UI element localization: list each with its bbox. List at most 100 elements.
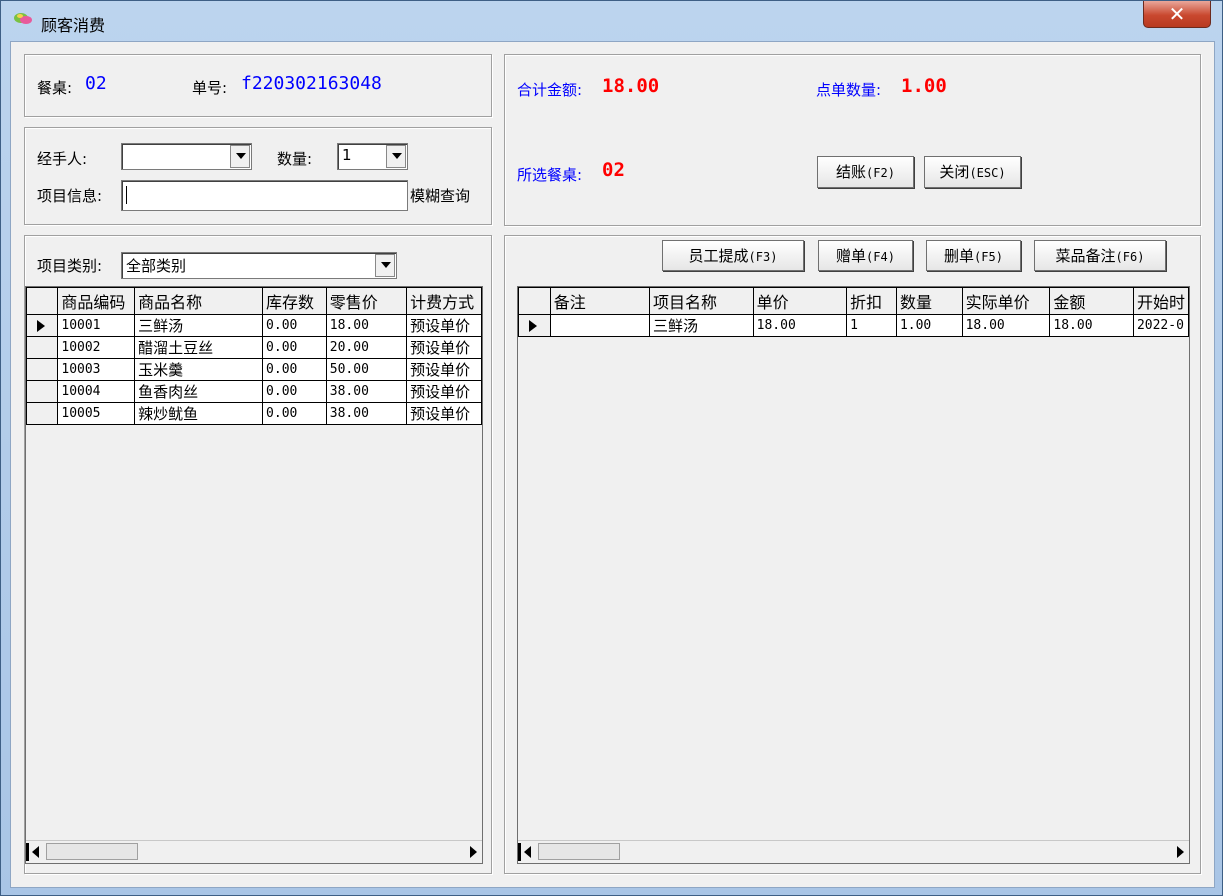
product-price: 38.00 <box>325 402 408 425</box>
product-price: 18.00 <box>325 314 408 337</box>
checkout-button[interactable]: 结账(F2) <box>817 156 914 188</box>
product-billing: 预设单价 <box>406 402 482 425</box>
staff-commission-label: 员工提成 <box>688 247 749 265</box>
column-header[interactable]: 项目名称 <box>649 287 754 315</box>
row-indicator[interactable] <box>26 402 59 425</box>
row-indicator-header <box>518 287 551 315</box>
product-horizontal-scrollbar[interactable] <box>26 840 482 863</box>
column-header[interactable]: 数量 <box>895 287 963 315</box>
fuzzy-search-label[interactable]: 模糊查询 <box>410 185 470 206</box>
item-amount: 18.00 <box>1049 314 1134 337</box>
product-billing: 预设单价 <box>406 314 482 337</box>
column-header[interactable]: 商品编码 <box>57 287 136 315</box>
product-stock: 0.00 <box>262 358 327 381</box>
row-indicator[interactable] <box>26 314 59 337</box>
handler-select[interactable] <box>121 143 252 170</box>
column-header[interactable]: 折扣 <box>846 287 897 315</box>
table-row[interactable]: 10003 玉米羹 0.00 50.00 预设单价 <box>26 358 482 381</box>
scroll-left-icon[interactable] <box>522 844 534 860</box>
product-stock: 0.00 <box>262 314 327 337</box>
order-items-grid[interactable]: 备注 项目名称 单价 折扣 数量 实际单价 金额 开始时 三鲜汤 18.00 1… <box>517 286 1190 864</box>
dish-remark-button[interactable]: 菜品备注(F6) <box>1034 240 1166 271</box>
column-header[interactable]: 实际单价 <box>961 287 1051 315</box>
close-button[interactable]: 关闭(ESC) <box>924 156 1021 188</box>
gift-order-label: 赠单 <box>836 247 867 265</box>
close-window-button[interactable]: ✕ <box>1143 1 1211 28</box>
product-price: 38.00 <box>325 380 408 403</box>
scroll-right-icon[interactable] <box>468 844 480 860</box>
close-button-label: 关闭 <box>939 163 970 181</box>
product-name: 辣炒鱿鱼 <box>134 402 264 425</box>
total-value: 18.00 <box>602 75 660 97</box>
column-header[interactable]: 计费方式 <box>406 287 482 315</box>
product-billing: 预设单价 <box>406 358 482 381</box>
current-row-icon <box>529 320 537 332</box>
item-discount: 1 <box>846 314 897 337</box>
chevron-down-icon[interactable] <box>230 145 250 168</box>
dish-remark-label: 菜品备注 <box>1055 247 1116 265</box>
qty-label: 数量: <box>277 150 313 168</box>
scroll-right-icon[interactable] <box>1175 844 1187 860</box>
product-name: 鱼香肉丝 <box>134 380 264 403</box>
item-remark <box>549 314 651 337</box>
staff-commission-shortcut: (F3) <box>748 250 778 264</box>
chevron-down-icon[interactable] <box>386 145 406 168</box>
scrollbar-edge <box>518 843 521 861</box>
column-header[interactable]: 零售价 <box>325 287 408 315</box>
selected-table-label: 所选餐桌: <box>517 166 583 184</box>
scroll-thumb[interactable] <box>46 843 138 860</box>
scrollbar-edge <box>26 843 29 861</box>
table-row[interactable]: 10004 鱼香肉丝 0.00 38.00 预设单价 <box>26 380 482 403</box>
table-row[interactable]: 10001 三鲜汤 0.00 18.00 预设单价 <box>26 314 482 337</box>
column-header[interactable]: 金额 <box>1049 287 1134 315</box>
item-name: 三鲜汤 <box>649 314 754 337</box>
delete-order-button[interactable]: 删单(F5) <box>926 240 1021 271</box>
row-indicator[interactable] <box>26 358 59 381</box>
delete-order-shortcut: (F5) <box>974 250 1003 264</box>
chevron-down-icon[interactable] <box>375 254 395 277</box>
column-header[interactable]: 备注 <box>549 287 651 315</box>
qty-select-value: 1 <box>342 146 352 164</box>
row-indicator[interactable] <box>26 336 59 359</box>
client-area: 餐桌: 02 单号: f220302163048 经手人: 数量: 1 项目信息… <box>10 41 1215 888</box>
item-actual-price: 18.00 <box>961 314 1051 337</box>
product-code: 10001 <box>57 314 136 337</box>
gift-order-shortcut: (F4) <box>866 250 895 264</box>
category-select[interactable]: 全部类别 <box>121 252 397 279</box>
table-value: 02 <box>85 73 107 94</box>
product-stock: 0.00 <box>262 336 327 359</box>
item-info-label: 项目信息: <box>37 187 103 205</box>
scroll-thumb[interactable] <box>538 843 620 860</box>
checkout-shortcut: (F2) <box>866 166 895 180</box>
product-billing: 预设单价 <box>406 380 482 403</box>
staff-commission-button[interactable]: 员工提成(F3) <box>662 240 804 271</box>
row-indicator[interactable] <box>518 314 551 337</box>
qty-select[interactable]: 1 <box>337 143 408 170</box>
title-bar[interactable]: 顾客消费 ✕ <box>1 1 1222 41</box>
row-indicator[interactable] <box>26 380 59 403</box>
column-header[interactable]: 商品名称 <box>134 287 264 315</box>
count-label: 点单数量: <box>816 81 882 99</box>
table-row[interactable]: 10002 醋溜土豆丝 0.00 20.00 预设单价 <box>26 336 482 359</box>
product-billing: 预设单价 <box>406 336 482 359</box>
product-name: 醋溜土豆丝 <box>134 336 264 359</box>
table-row[interactable]: 三鲜汤 18.00 1 1.00 18.00 18.00 2022-0 <box>518 314 1189 337</box>
category-label: 项目类别: <box>37 257 103 275</box>
order-items-horizontal-scrollbar[interactable] <box>518 840 1189 863</box>
item-unit-price: 18.00 <box>752 314 848 337</box>
close-icon: ✕ <box>1168 2 1186 26</box>
product-stock: 0.00 <box>262 402 327 425</box>
order-no-label: 单号: <box>192 79 228 97</box>
gift-order-button[interactable]: 赠单(F4) <box>818 240 913 271</box>
column-header[interactable]: 开始时 <box>1132 287 1189 315</box>
product-code: 10004 <box>57 380 136 403</box>
scroll-left-icon[interactable] <box>30 844 42 860</box>
product-grid[interactable]: 商品编码 商品名称 库存数 零售价 计费方式 10001 三鲜汤 0.00 18… <box>25 286 483 864</box>
window-title: 顾客消费 <box>41 16 106 35</box>
close-shortcut: (ESC) <box>969 166 1006 180</box>
table-row[interactable]: 10005 辣炒鱿鱼 0.00 38.00 预设单价 <box>26 402 482 425</box>
app-icon <box>14 13 32 24</box>
item-info-input[interactable] <box>121 180 408 211</box>
column-header[interactable]: 库存数 <box>262 287 327 315</box>
column-header[interactable]: 单价 <box>752 287 848 315</box>
